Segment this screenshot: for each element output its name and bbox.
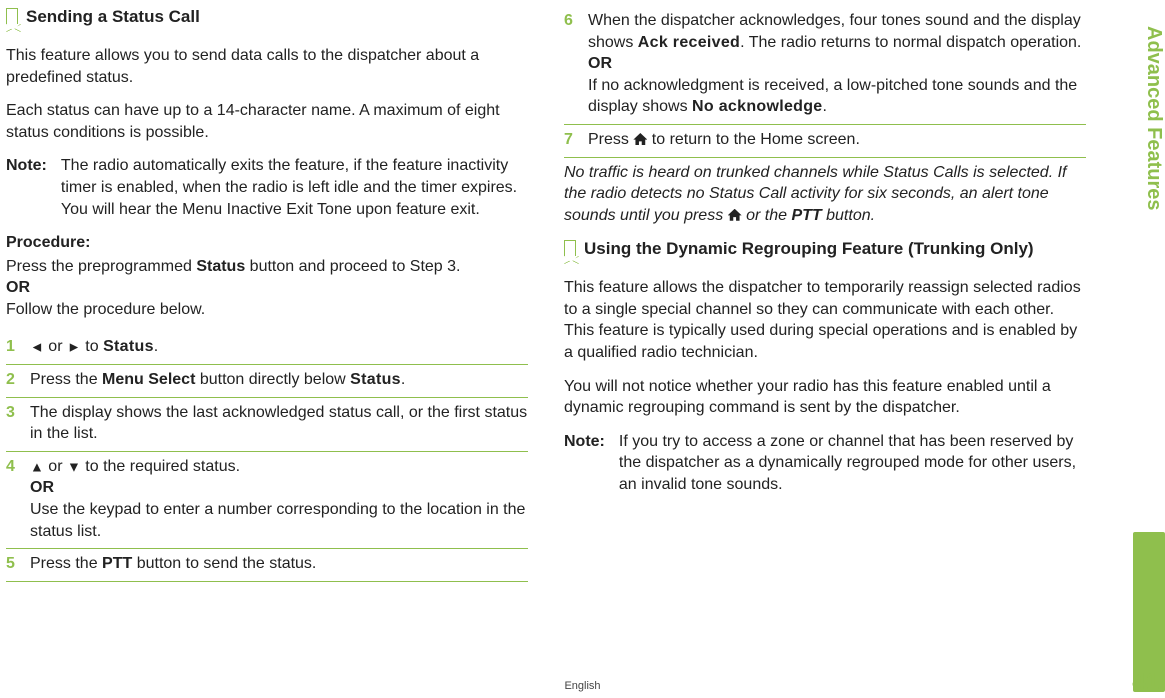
step5-c: button to send the status.	[132, 555, 316, 572]
up-arrow-icon: ▲	[30, 458, 44, 474]
section-title: Sending a Status Call	[26, 6, 200, 29]
regroup-paragraph-2: You will not notice whether your radio h…	[564, 376, 1086, 419]
proc-line1-status: Status	[196, 258, 245, 275]
step-num-5: 5	[6, 553, 30, 575]
note-label-2: Note:	[564, 431, 619, 496]
note-para-b: or the	[742, 207, 792, 224]
left-arrow-icon: ◄	[30, 339, 44, 355]
proc-line1a: Press the preprogrammed	[6, 258, 196, 275]
step-body-2: Press the Menu Select button directly be…	[30, 369, 528, 391]
section-heading-row-2: Using the Dynamic Regrouping Feature (Tr…	[564, 238, 1086, 269]
step-3: 3 The display shows the last acknowledge…	[6, 398, 528, 451]
left-column: Sending a Status Call This feature allow…	[6, 6, 546, 688]
step-1: 1 ◄ or ► to Status.	[6, 332, 528, 364]
step-6: 6 When the dispatcher acknowledges, four…	[564, 6, 1086, 124]
home-icon	[633, 133, 647, 145]
step5-a: Press the	[30, 555, 102, 572]
step7-a: Press	[588, 131, 633, 148]
note-text: The radio automatically exits the featur…	[61, 155, 528, 220]
step-num-3: 3	[6, 402, 30, 424]
down-arrow-icon: ▼	[67, 458, 81, 474]
step4-c: Use the keypad to enter a number corresp…	[30, 501, 525, 540]
side-tab: Advanced Features	[1133, 6, 1165, 692]
section-title-2: Using the Dynamic Regrouping Feature (Tr…	[584, 238, 1034, 261]
note-para-ptt: PTT	[791, 207, 821, 224]
bookmark-icon	[6, 8, 18, 24]
side-tab-label: Advanced Features	[1133, 6, 1165, 526]
step2-a: Press the	[30, 371, 102, 388]
step6-noack: No acknowledge	[692, 98, 822, 115]
status-note-paragraph: No traffic is heard on trunked channels …	[564, 162, 1086, 227]
step-4: 4 ▲ or ▼ to the required status. OR Use …	[6, 452, 528, 548]
step-num-6: 6	[564, 10, 588, 32]
step2-menu-select: Menu Select	[102, 371, 195, 388]
note-para-c: button.	[822, 207, 875, 224]
step-num-2: 2	[6, 369, 30, 391]
page-number: 41	[1132, 668, 1159, 696]
right-column: 6 When the dispatcher acknowledges, four…	[546, 6, 1086, 688]
step6-b: . The radio returns to normal dispatch o…	[740, 34, 1081, 51]
step-body-3: The display shows the last acknowledged …	[30, 402, 528, 445]
footer-language: English	[564, 680, 600, 692]
step2-status: Status	[350, 371, 401, 388]
step-body-1: ◄ or ► to Status.	[30, 336, 528, 358]
step-body-4: ▲ or ▼ to the required status. OR Use th…	[30, 456, 528, 542]
step1-dot: .	[154, 338, 158, 355]
proc-or: OR	[6, 279, 30, 296]
procedure-intro: Press the preprogrammed Status button an…	[6, 256, 528, 321]
step7-b: to return to the Home screen.	[647, 131, 860, 148]
proc-line2: Follow the procedure below.	[6, 301, 205, 318]
step1-to: to	[81, 338, 103, 355]
step-num-1: 1	[6, 336, 30, 358]
step6-c: If no acknowledgment is received, a low-…	[588, 77, 1077, 116]
step6-d: .	[823, 98, 827, 115]
note-text-2: If you try to access a zone or channel t…	[619, 431, 1086, 496]
intro-paragraph-1: This feature allows you to send data cal…	[6, 45, 528, 88]
step-num-4: 4	[6, 456, 30, 478]
intro-paragraph-2: Each status can have up to a 14-characte…	[6, 100, 528, 143]
right-arrow-icon: ►	[67, 339, 81, 355]
step4-or-arrows: or	[44, 458, 67, 475]
step-7: 7 Press to return to the Home screen.	[564, 125, 1086, 157]
step-separator	[6, 581, 528, 582]
step5-ptt: PTT	[102, 555, 132, 572]
home-icon	[728, 209, 742, 221]
section-heading-row: Sending a Status Call	[6, 6, 528, 37]
step-2: 2 Press the Menu Select button directly …	[6, 365, 528, 397]
step6-ack: Ack received	[638, 34, 740, 51]
step-body-6: When the dispatcher acknowledges, four t…	[588, 10, 1086, 118]
step-body-7: Press to return to the Home screen.	[588, 129, 1086, 151]
step-separator	[564, 157, 1086, 158]
regroup-paragraph-1: This feature allows the dispatcher to te…	[564, 277, 1086, 363]
step2-c: button directly below	[195, 371, 350, 388]
note-label: Note:	[6, 155, 61, 220]
step6-or: OR	[588, 55, 612, 72]
note-block-2: Note: If you try to access a zone or cha…	[564, 431, 1086, 496]
bookmark-icon	[564, 240, 576, 256]
step1-status: Status	[103, 338, 154, 355]
note-block: Note: The radio automatically exits the …	[6, 155, 528, 220]
step-body-5: Press the PTT button to send the status.	[30, 553, 528, 575]
step1-or: or	[44, 338, 67, 355]
procedure-title: Procedure:	[6, 232, 528, 254]
page-content: Sending a Status Call This feature allow…	[0, 0, 1165, 698]
step4-or: OR	[30, 479, 54, 496]
step-5: 5 Press the PTT button to send the statu…	[6, 549, 528, 581]
step-num-7: 7	[564, 129, 588, 151]
proc-line1c: button and proceed to Step 3.	[245, 258, 460, 275]
step4-b: to the required status.	[81, 458, 240, 475]
step2-dot: .	[401, 371, 405, 388]
